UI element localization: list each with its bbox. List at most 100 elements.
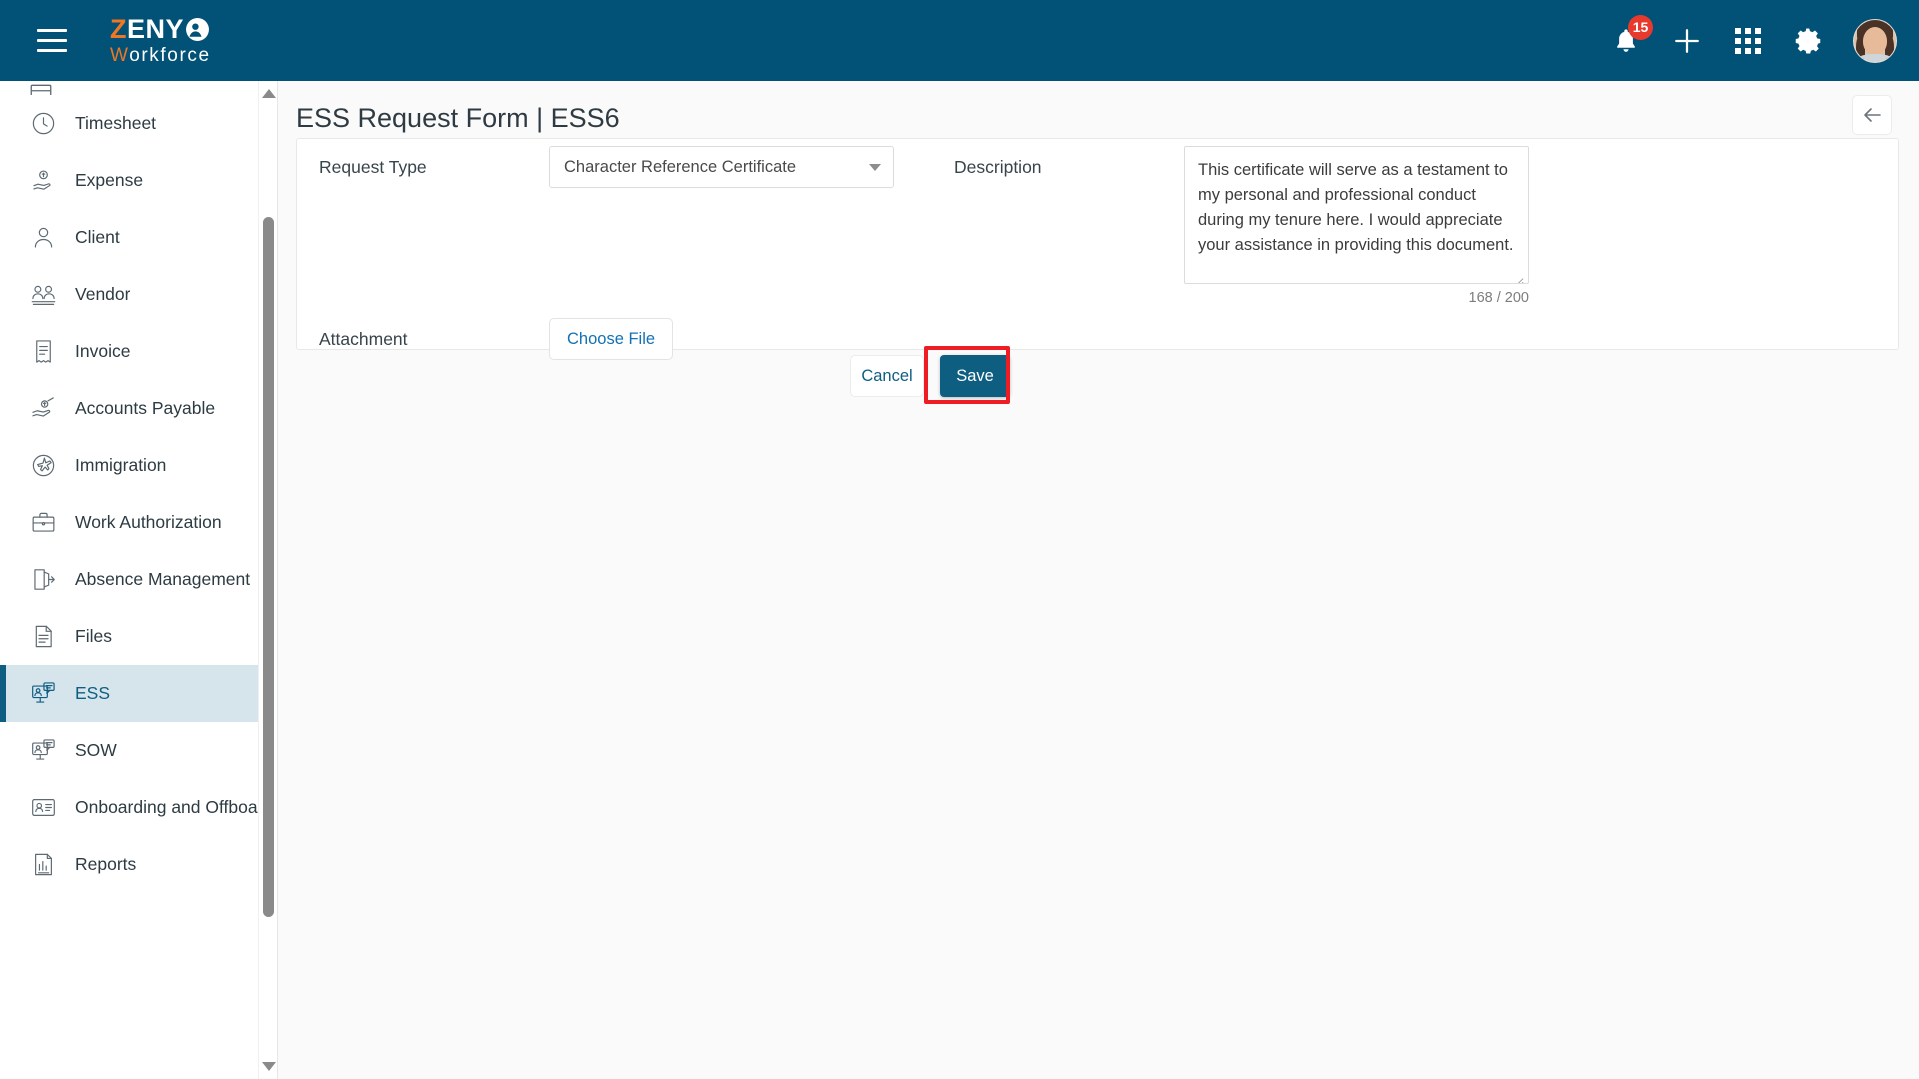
app-logo[interactable]: Z ENY Workforce	[110, 14, 211, 66]
sidebar-item-files[interactable]: Files	[0, 608, 278, 665]
airplane-globe-icon	[32, 454, 54, 477]
sidebar-item-vendor[interactable]: Vendor	[0, 266, 278, 323]
monitor-chat-icon	[28, 679, 58, 709]
sidebar-item-label: Immigration	[75, 455, 167, 475]
sidebar-scrollbar[interactable]	[258, 81, 278, 1079]
sidebar-item-partial[interactable]	[0, 81, 278, 95]
logo-letters-orkforce: orkforce	[129, 45, 211, 66]
avatar-shoulders	[1855, 53, 1895, 62]
document-icon	[35, 625, 52, 648]
add-button[interactable]	[1670, 24, 1704, 58]
apps-grid-button[interactable]	[1731, 24, 1765, 58]
sidebar-scrollbar-thumb[interactable]	[263, 217, 274, 917]
sidebar-item-onboarding-and-offboa[interactable]: Onboarding and Offboa...	[0, 779, 278, 836]
top-header: Z ENY Workforce 15	[0, 0, 1919, 81]
sidebar-item-accounts-payable[interactable]: Accounts Payable	[0, 380, 278, 437]
arrow-left-icon	[1864, 108, 1881, 122]
sidebar-item-client[interactable]: Client	[0, 209, 278, 266]
notification-badge: 15	[1628, 14, 1653, 40]
report-chart-icon	[28, 850, 58, 880]
sidebar-item-immigration[interactable]: Immigration	[0, 437, 278, 494]
plus-icon	[1675, 28, 1699, 53]
notifications-button[interactable]: 15	[1609, 14, 1653, 58]
user-avatar[interactable]	[1853, 18, 1897, 63]
hand-money-icon	[31, 397, 54, 417]
description-textarea[interactable]: This certificate will serve as a testame…	[1184, 146, 1529, 284]
door-exit-icon	[28, 565, 58, 595]
monitor-chat-icon	[31, 739, 55, 760]
header-actions: 15	[1609, 14, 1897, 63]
sidebar-item-label: Timesheet	[75, 113, 157, 133]
resize-grip-icon[interactable]	[1513, 269, 1525, 283]
sidebar-item-invoice[interactable]: Invoice	[0, 323, 278, 380]
receipt-icon	[28, 337, 58, 367]
airplane-globe-icon	[28, 451, 58, 481]
sidebar-item-absence-management[interactable]: Absence Management	[0, 551, 278, 608]
cancel-button[interactable]: Cancel	[850, 355, 924, 397]
request-type-label-wrap: Request Type	[319, 157, 427, 178]
clock-icon	[32, 112, 54, 135]
sidebar-item-sow[interactable]: SOW	[0, 722, 278, 779]
scroll-down-arrow-icon[interactable]	[262, 1062, 276, 1071]
id-card-icon	[31, 799, 55, 816]
sidebar-item-label: Expense	[75, 170, 144, 190]
request-type-field: Character Reference Certificate	[549, 146, 894, 188]
sidebar-item-label: Client	[75, 227, 120, 247]
request-type-value: Character Reference Certificate	[564, 157, 797, 176]
request-type-label: Request Type	[319, 157, 427, 177]
partial-icon	[28, 81, 58, 95]
save-button[interactable]: Save	[940, 355, 1010, 397]
grid-apps-icon	[1735, 27, 1761, 54]
choose-file-button[interactable]: Choose File	[549, 318, 674, 360]
scroll-up-arrow-icon[interactable]	[262, 89, 276, 98]
settings-button[interactable]	[1792, 24, 1826, 58]
sidebar-item-label: Invoice	[75, 341, 131, 361]
hamburger-menu-icon[interactable]	[31, 20, 73, 62]
sidebar-item-ess[interactable]: ESS	[0, 665, 278, 722]
report-chart-icon	[34, 853, 52, 876]
sidebar-item-label: Onboarding and Offboa...	[75, 797, 273, 817]
sidebar-item-timesheet[interactable]: Timesheet	[0, 95, 278, 152]
hand-coin-icon	[28, 166, 58, 196]
hand-money-icon	[28, 394, 58, 424]
logo-letters-eny: ENY	[127, 14, 185, 44]
person-circle-icon	[185, 17, 210, 42]
sidebar-item-reports[interactable]: Reports	[0, 836, 278, 893]
request-form-card: Request Type Character Reference Certifi…	[296, 138, 1899, 404]
description-value: This certificate will serve as a testame…	[1198, 161, 1514, 254]
attachment-label: Attachment	[319, 329, 408, 349]
form-actions: Cancel Save	[850, 355, 1010, 397]
sidebar-item-work-authorization[interactable]: Work Authorization	[0, 494, 278, 551]
id-card-icon	[28, 793, 58, 823]
page-title: ESS Request Form | ESS6	[296, 103, 620, 133]
back-button[interactable]	[1852, 95, 1892, 135]
monitor-chat-icon	[31, 682, 55, 703]
sidebar-item-label: Reports	[75, 854, 137, 874]
avatar-face	[1863, 27, 1887, 56]
door-exit-icon	[33, 569, 55, 590]
monitor-chat-icon	[28, 736, 58, 766]
hand-coin-icon	[32, 170, 51, 190]
sidebar-item-label: ESS	[75, 683, 111, 703]
sidebar-item-list: Timesheet Expense Client Vendor Invoice Accou…	[0, 95, 278, 893]
people-group-icon	[28, 280, 58, 310]
logo-letter-w: W	[110, 45, 130, 66]
logo-letter-z: Z	[110, 14, 127, 44]
sidebar-item-expense[interactable]: Expense	[0, 152, 278, 209]
logo-bottom-line: Workforce	[110, 46, 211, 65]
hamburger-bar	[37, 39, 67, 42]
description-char-counter: 168 / 200	[1468, 290, 1529, 306]
person-icon	[28, 223, 58, 253]
sidebar-item-label: Accounts Payable	[75, 398, 216, 418]
receipt-icon	[35, 340, 51, 363]
request-type-select[interactable]: Character Reference Certificate	[549, 146, 894, 188]
sidebar-item-label: Work Authorization	[75, 512, 222, 532]
description-label-wrap: Description	[954, 157, 1042, 178]
briefcase-icon	[28, 508, 58, 538]
sidebar-navigation: Timesheet Expense Client Vendor Invoice Accou…	[0, 81, 278, 1079]
sidebar-item-label: Absence Management	[75, 569, 251, 589]
sidebar-item-label: SOW	[75, 740, 117, 760]
attachment-label-wrap: Attachment	[319, 329, 408, 350]
sidebar-item-label: Vendor	[75, 284, 131, 304]
briefcase-icon	[32, 512, 54, 532]
